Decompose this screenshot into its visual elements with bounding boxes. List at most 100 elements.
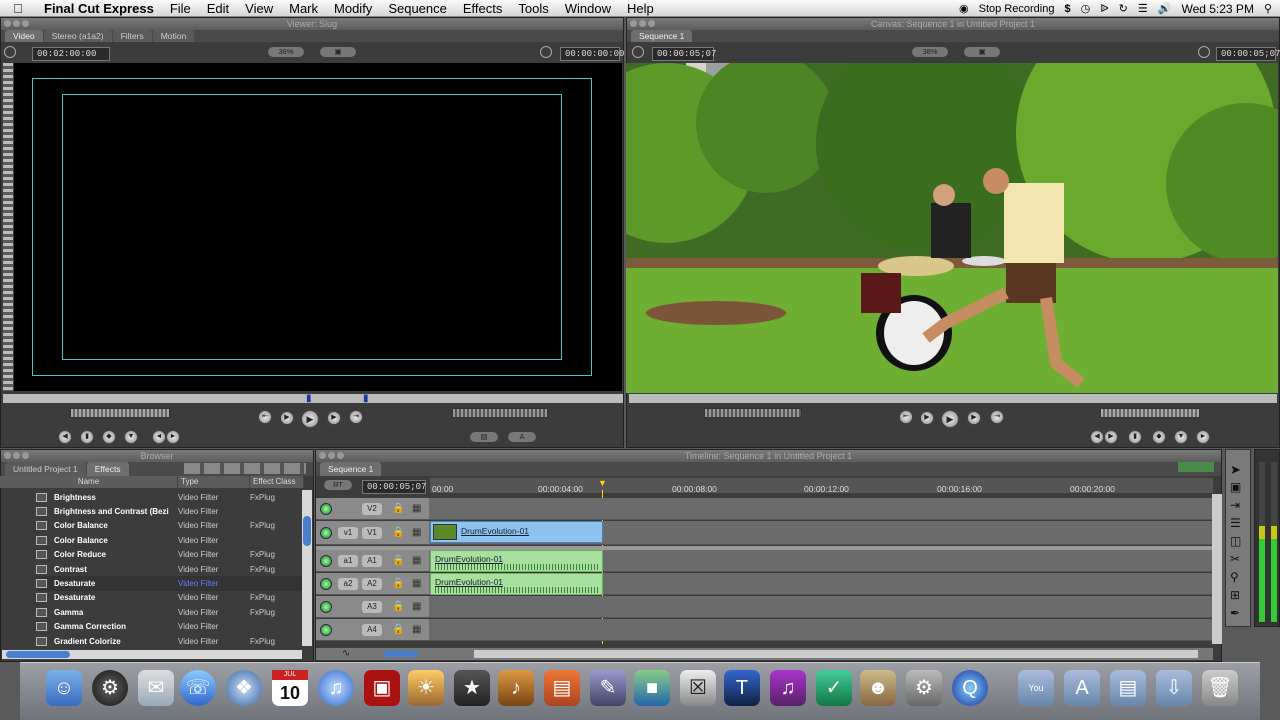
pen-tool-icon[interactable]: ✒ (1230, 606, 1240, 620)
track-v2-visibility-icon[interactable] (320, 503, 332, 515)
audio-clip-a1[interactable]: DrumEvolution-01 (430, 550, 603, 572)
track-v1-autoselect-icon[interactable]: ▦ (412, 527, 421, 538)
video-clip[interactable]: DrumEvolution-01 (430, 521, 603, 543)
track-v2-autoselect-icon[interactable]: ▦ (412, 503, 421, 514)
viewer-titlebar[interactable]: Viewer: Slug (1, 18, 623, 30)
tab-filters[interactable]: Filters (112, 30, 152, 42)
browser-vscroll[interactable] (302, 490, 312, 646)
quicktime-icon[interactable]: Q (952, 670, 988, 706)
browser-zoom-icon[interactable] (22, 452, 29, 459)
canvas-duration-tc[interactable]: 00:00:05;07 (652, 47, 716, 61)
viewer-duration-tc[interactable]: 00:02:00:00 (32, 47, 110, 61)
effect-row[interactable]: Contrast Video Filter FxPlug (36, 562, 306, 576)
track-v1-dst[interactable]: V1 (362, 527, 382, 539)
viewer-mark-clip[interactable]: ▮ (80, 430, 94, 444)
canvas-mark-out[interactable]: ► (1196, 430, 1210, 444)
trash-icon[interactable]: 🗑 (1202, 670, 1238, 706)
canvas-zoom-popup[interactable]: 38% (912, 47, 948, 57)
mail-icon[interactable]: ✉ (138, 670, 174, 706)
track-a2-autoselect-icon[interactable]: ▦ (412, 578, 421, 589)
menu-edit[interactable]: Edit (199, 1, 237, 16)
timeline-current-tc[interactable]: 00:00:05;07 (362, 480, 426, 494)
minimize-icon[interactable] (13, 20, 20, 27)
track-a1-audible-icon[interactable] (320, 555, 332, 567)
applications-folder-icon[interactable]: A (1064, 670, 1100, 706)
track-v1-lock-icon[interactable]: 🔒 (392, 527, 404, 538)
safari-icon[interactable]: ❖ (226, 670, 262, 706)
canvas-add-marker[interactable]: ◆ (1152, 430, 1166, 444)
timeline-zoom-icon[interactable] (337, 452, 344, 459)
viewer-play-in-to-out[interactable]: ▶ (280, 411, 294, 425)
canvas-minimize-icon[interactable] (639, 20, 646, 27)
canvas-jog[interactable] (704, 408, 802, 418)
track-a1-dst[interactable]: A1 (362, 555, 382, 567)
canvas-view-popup[interactable]: ▣ (964, 47, 1000, 57)
downloads-folder-icon[interactable]: ⇩ (1156, 670, 1192, 706)
tab-effects[interactable]: Effects (86, 462, 129, 476)
canvas-overwrite[interactable]: ▶ (1104, 430, 1118, 444)
track-a4-autoselect-icon[interactable]: ▦ (412, 624, 421, 635)
apple-menu-icon[interactable]:  (0, 1, 36, 16)
menu-window[interactable]: Window (557, 1, 619, 16)
tab-video[interactable]: Video (5, 30, 43, 42)
timeline-titlebar[interactable]: Timeline: Sequence 1 in Untitled Project… (316, 450, 1221, 462)
viewer-scrubber[interactable] (3, 394, 623, 403)
roll-tool-icon[interactable]: ☰ (1230, 516, 1241, 530)
viewer-add-marker[interactable]: ◆ (102, 430, 116, 444)
canvas-go-to-in[interactable]: ⇤ (899, 410, 913, 424)
viewer-play-button[interactable]: ▶ (301, 410, 319, 428)
viewer-mark-in[interactable]: ▼ (124, 430, 138, 444)
tab-motion[interactable]: Motion (152, 30, 195, 42)
browser-vscroll-thumb[interactable] (303, 516, 311, 546)
track-v2-lock-icon[interactable]: 🔒 (392, 503, 404, 514)
iphoto-icon[interactable]: ☀ (408, 670, 444, 706)
browser-hscroll-thumb[interactable] (6, 651, 70, 658)
effect-row[interactable]: Brightness and Contrast (Bezi Video Filte… (36, 504, 306, 518)
browser-hscroll[interactable] (2, 650, 302, 659)
track-v1-src[interactable]: v1 (338, 527, 358, 539)
canvas-scrubber[interactable] (629, 394, 1277, 403)
zoom-tool-icon[interactable]: ⚲ (1230, 570, 1239, 584)
track-a3-audible-icon[interactable] (320, 601, 332, 613)
youtube-folder-icon[interactable]: You (1018, 670, 1054, 706)
menu-sequence[interactable]: Sequence (380, 1, 455, 16)
app-status-icon[interactable]: $ (1064, 3, 1070, 15)
volume-icon[interactable]: 🔊 (1158, 2, 1172, 15)
effect-row[interactable]: Color Balance Video Filter (36, 533, 306, 547)
spotlight-icon[interactable]: ⚲ (1264, 2, 1272, 15)
track-v1-visibility-icon[interactable] (320, 527, 332, 539)
canvas-play-in-to-out[interactable]: ▶ (920, 411, 934, 425)
tab-sequence-1[interactable]: Sequence 1 (631, 30, 693, 42)
timeline-close-icon[interactable] (319, 452, 326, 459)
garageband-icon[interactable]: ♪ (498, 670, 534, 706)
bluetooth-icon[interactable]: ᐉ (1100, 2, 1108, 15)
track-a1-autoselect-icon[interactable]: ▦ (412, 555, 421, 566)
ical-icon[interactable]: JUL 10 (272, 670, 308, 706)
tab-timeline-sequence[interactable]: Sequence 1 (320, 462, 382, 476)
crop-tool-icon[interactable]: ⊞ (1230, 588, 1240, 602)
track-a2-dst[interactable]: A2 (362, 578, 382, 590)
viewer-mark-out[interactable]: ◄ (152, 430, 166, 444)
canvas-insert[interactable]: ◀ (1090, 430, 1104, 444)
finder-icon[interactable]: ☺ (46, 670, 82, 706)
itunes-icon[interactable]: ♫ (318, 670, 354, 706)
canvas-zoom-icon[interactable] (648, 20, 655, 27)
timeline-minimize-icon[interactable] (328, 452, 335, 459)
tab-stereo[interactable]: Stereo (a1a2) (43, 30, 112, 42)
timeline-zoom-slider[interactable] (384, 651, 418, 657)
browser-titlebar[interactable]: Browser (1, 450, 313, 462)
viewer-in-point[interactable]: ▮ (306, 393, 312, 404)
iweb-icon[interactable]: ✓ (816, 670, 852, 706)
track-v2-dst[interactable]: V2 (362, 503, 382, 515)
app-menu[interactable]: Final Cut Express (36, 1, 162, 16)
viewer-current-tc[interactable]: 00:00:00:00 (560, 47, 624, 61)
track-a2-src[interactable]: a2 (338, 578, 358, 590)
track-a2-audible-icon[interactable] (320, 578, 332, 590)
track-a3-dst[interactable]: A3 (362, 601, 382, 613)
edit-selection-tool-icon[interactable]: ▣ (1230, 480, 1241, 494)
utility-icon[interactable]: ✎ (590, 670, 626, 706)
canvas-mark-in[interactable]: ▼ (1174, 430, 1188, 444)
selection-tool-icon[interactable]: ➤ (1230, 462, 1241, 478)
menu-effects[interactable]: Effects (455, 1, 511, 16)
canvas-shuttle[interactable] (1100, 408, 1200, 418)
